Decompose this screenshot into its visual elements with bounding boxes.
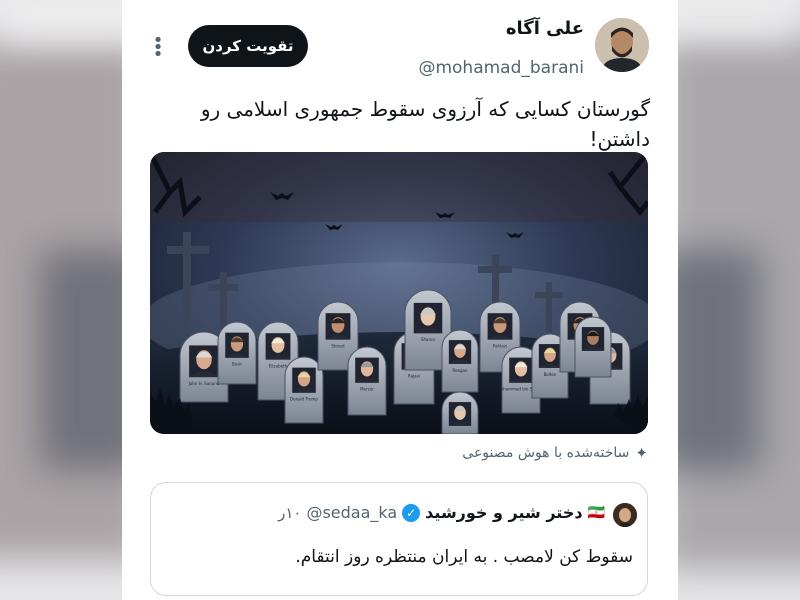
post-image[interactable]: John H. Sununu Bush Elizabeth Donald Trump S… <box>150 152 648 434</box>
tombstone-caption: Mercer <box>360 387 374 392</box>
more-vertical-icon[interactable]: • • • <box>152 32 164 64</box>
follow-button[interactable]: تقویت کردن <box>188 25 308 67</box>
post-card: • • • تقویت کردن علی آگاه @mohamad_barani … <box>122 0 678 600</box>
post-text: گورستان کسایی که آرزوی سقوط جمهوری اسلام… <box>200 97 650 151</box>
tombstone-caption: Bolton <box>544 372 557 377</box>
tombstone-caption: Stroud <box>331 344 345 349</box>
user-handle[interactable]: @mohamad_barani <box>418 58 584 78</box>
quoted-post[interactable]: 🇮🇷 دختر شیر و خورشید ✓ @sedaa_ka ۱۰ر سقو… <box>150 482 648 596</box>
quote-text: سقوط کن لامصب . به ایران منتظره روز انتق… <box>295 547 633 567</box>
tombstone: Reagan <box>441 329 479 393</box>
tombstone-caption: Pahlavi <box>493 344 507 349</box>
tombstone-caption: Sharon <box>421 337 436 342</box>
tombstone-caption: Rajavi <box>408 374 420 379</box>
quote-display-name[interactable]: دختر شیر و خورشید <box>425 503 582 522</box>
ai-generated-label[interactable]: ✦ ساخته‌شده با هوش مصنوعی <box>462 444 648 462</box>
tombstone-caption: Donald Trump <box>290 397 318 402</box>
tombstone-caption: Elizabeth <box>269 364 288 369</box>
tombstone <box>574 316 612 378</box>
avatar[interactable] <box>595 18 649 72</box>
sparkle-icon: ✦ <box>635 444 648 462</box>
ai-label-text: ساخته‌شده با هوش مصنوعی <box>462 445 630 461</box>
quote-timestamp[interactable]: ۱۰ر <box>278 504 301 522</box>
tombstone <box>441 391 479 434</box>
iran-flag-icon: 🇮🇷 <box>587 504 605 521</box>
tombstone: Bush <box>217 321 257 385</box>
tombstone: Donald Trump <box>284 356 324 424</box>
verified-badge-icon: ✓ <box>402 503 421 522</box>
display-name[interactable]: علی آگاه <box>506 18 584 39</box>
tombstone-caption: John H. Sununu <box>188 381 220 386</box>
tombstone-caption: Reagan <box>452 368 468 373</box>
tombstone-caption: Bush <box>232 362 242 367</box>
tombstone: Mercer <box>347 346 387 416</box>
quote-handle[interactable]: @sedaa_ka <box>306 503 397 522</box>
quote-avatar[interactable] <box>613 503 637 527</box>
